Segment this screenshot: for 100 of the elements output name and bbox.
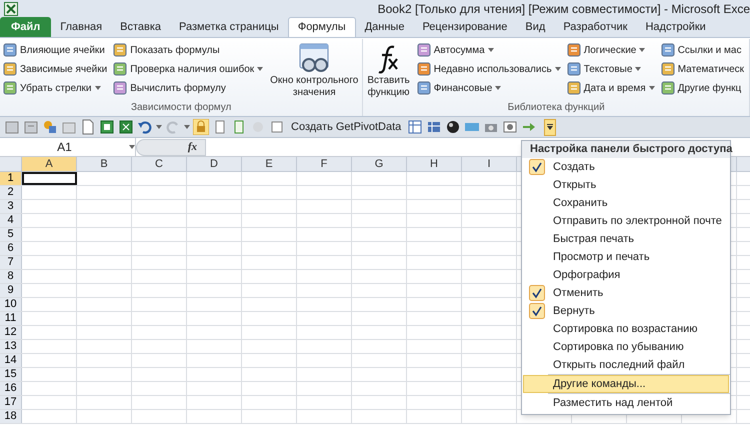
lock-icon[interactable] bbox=[193, 119, 209, 135]
ribbon-command[interactable]: Влияющие ячейки bbox=[3, 42, 108, 58]
menu-item[interactable]: Сохранить bbox=[523, 194, 729, 212]
ribbon-tab[interactable]: Формулы bbox=[288, 17, 356, 37]
column-header[interactable]: F bbox=[297, 157, 352, 171]
spreadsheet-icon[interactable] bbox=[118, 119, 134, 135]
table-icon[interactable] bbox=[407, 119, 424, 135]
ribbon-command[interactable]: Убрать стрелки bbox=[3, 80, 108, 96]
row-header[interactable]: 7 bbox=[0, 256, 22, 269]
ribbon-command[interactable]: Другие функц bbox=[660, 80, 744, 96]
ribbon-command[interactable]: Текстовые bbox=[566, 61, 655, 77]
row-header[interactable]: 18 bbox=[0, 410, 22, 423]
ribbon-tab[interactable]: Разработчик bbox=[554, 17, 636, 37]
name-box[interactable]: A1 bbox=[0, 138, 136, 156]
menu-item[interactable]: Открыть последний файл bbox=[523, 356, 729, 374]
ribbon-tab[interactable]: Вид bbox=[516, 17, 554, 37]
file-tab[interactable]: Файл bbox=[0, 17, 52, 37]
table-icon[interactable] bbox=[426, 119, 442, 135]
insert-function-button[interactable]: Вставить функцию bbox=[363, 39, 414, 100]
ribbon-command[interactable]: Дата и время bbox=[566, 80, 655, 96]
column-header[interactable]: G bbox=[352, 157, 407, 171]
toolbar-dropdown-button[interactable] bbox=[544, 118, 556, 136]
ribbon-tab[interactable]: Надстройки bbox=[636, 17, 715, 37]
pivot-data-command[interactable]: Создать GetPivotData bbox=[291, 118, 402, 136]
menu-item[interactable]: Просмотр и печать bbox=[523, 248, 729, 266]
menu-item[interactable]: Орфография bbox=[523, 266, 729, 284]
ball-icon[interactable] bbox=[445, 119, 462, 135]
spreadsheet-app-icon bbox=[4, 2, 18, 16]
column-header[interactable]: D bbox=[187, 157, 242, 171]
column-header[interactable]: C bbox=[132, 157, 187, 171]
menu-item[interactable]: Вернуть bbox=[523, 302, 729, 320]
ribbon-command[interactable]: Автосумма bbox=[416, 42, 561, 58]
row-header[interactable]: 10 bbox=[0, 298, 22, 311]
caret-icon bbox=[129, 145, 135, 149]
row-header[interactable]: 16 bbox=[0, 382, 22, 395]
document-icon[interactable] bbox=[80, 119, 96, 135]
ribbon-tab[interactable]: Рецензирование bbox=[413, 17, 516, 37]
column-header[interactable]: A bbox=[22, 157, 77, 171]
caret-icon bbox=[648, 86, 655, 90]
row-header[interactable]: 13 bbox=[0, 340, 22, 353]
sheet-icon bbox=[566, 81, 581, 95]
row-header[interactable]: 6 bbox=[0, 242, 22, 255]
caret-icon bbox=[547, 124, 554, 130]
menu-item[interactable]: Отменить bbox=[523, 284, 729, 302]
ribbon-tab[interactable]: Главная bbox=[51, 17, 112, 37]
ribbon-command[interactable]: Ссылки и мас bbox=[660, 42, 744, 58]
menu-item[interactable]: Создать bbox=[523, 158, 729, 176]
menu-item[interactable]: Сортировка по убыванию bbox=[523, 338, 729, 356]
menu-item[interactable]: Открыть bbox=[523, 176, 729, 194]
menu-item[interactable]: Сортировка по возрастанию bbox=[523, 320, 729, 338]
watch-window-button[interactable]: Окно контрольного значения bbox=[266, 39, 362, 100]
ribbon-tab[interactable]: Данные bbox=[356, 17, 414, 37]
ribbon-command[interactable]: Математическ bbox=[660, 61, 744, 77]
column-header[interactable]: H bbox=[407, 157, 462, 171]
row-header[interactable]: 9 bbox=[0, 284, 22, 297]
spreadsheet-icon[interactable] bbox=[99, 119, 115, 135]
caret-icon bbox=[639, 48, 646, 52]
active-cell[interactable] bbox=[22, 172, 77, 185]
ribbon-command[interactable]: Зависимые ячейки bbox=[3, 61, 108, 77]
column-header[interactable]: I bbox=[462, 157, 517, 171]
ribbon-command[interactable]: Финансовые bbox=[416, 80, 561, 96]
row-header[interactable]: 11 bbox=[0, 312, 22, 325]
caret-icon bbox=[495, 86, 502, 90]
caret-icon bbox=[94, 86, 100, 90]
camera-icon[interactable] bbox=[502, 119, 518, 135]
row-header[interactable]: 1 bbox=[0, 172, 22, 185]
menu-item[interactable]: Отправить по электронной почте bbox=[523, 212, 729, 230]
row-header[interactable]: 3 bbox=[0, 200, 22, 213]
row-header[interactable]: 8 bbox=[0, 270, 22, 283]
row-header[interactable]: 12 bbox=[0, 326, 22, 339]
menu-item[interactable]: Разместить над лентой bbox=[523, 394, 729, 412]
ribbon-command[interactable]: Вычислить формулу bbox=[113, 80, 264, 96]
sheet-icon bbox=[3, 81, 17, 95]
sheet-icon bbox=[113, 62, 128, 76]
ribbon-tab[interactable]: Разметка страницы bbox=[170, 17, 288, 37]
sheet-icon bbox=[660, 43, 675, 57]
row-header[interactable]: 14 bbox=[0, 354, 22, 367]
undo-icon[interactable] bbox=[137, 119, 153, 135]
column-header[interactable]: B bbox=[77, 157, 132, 171]
row-header[interactable]: 2 bbox=[0, 186, 22, 199]
column-header[interactable]: E bbox=[242, 157, 297, 171]
sheet-icon bbox=[3, 62, 17, 76]
ribbon-command[interactable]: Проверка наличия ошибок bbox=[113, 61, 264, 77]
sheet-icon bbox=[113, 43, 128, 57]
ribbon-command[interactable]: Логические bbox=[566, 42, 655, 58]
checkbox-icon[interactable] bbox=[269, 119, 285, 135]
row-header[interactable]: 15 bbox=[0, 368, 22, 381]
row-header[interactable]: 5 bbox=[0, 228, 22, 241]
menu-item[interactable]: Быстрая печать bbox=[523, 230, 729, 248]
caret-icon bbox=[488, 48, 494, 52]
caret-icon bbox=[554, 67, 561, 71]
ribbon-command[interactable]: Недавно использовались bbox=[416, 61, 561, 77]
insert-function-control[interactable]: fx bbox=[188, 138, 197, 156]
glasses-window-icon bbox=[297, 43, 332, 75]
shapes-icon[interactable] bbox=[42, 119, 58, 135]
row-header[interactable]: 17 bbox=[0, 396, 22, 409]
ribbon-tab[interactable]: Вставка bbox=[111, 17, 170, 37]
ribbon-command[interactable]: Показать формулы bbox=[113, 42, 264, 58]
row-header[interactable]: 4 bbox=[0, 214, 22, 227]
menu-item[interactable]: Другие команды... bbox=[523, 375, 729, 393]
